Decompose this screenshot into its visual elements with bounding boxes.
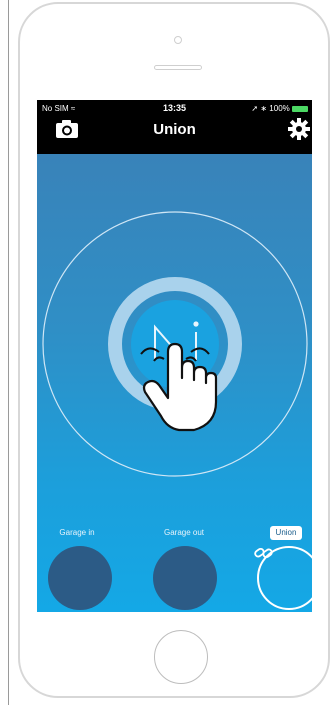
front-camera: [174, 36, 182, 44]
battery-icon: [292, 105, 308, 112]
bluetooth-icon: ∗: [260, 104, 268, 113]
home-button[interactable]: [154, 630, 208, 684]
preset-label-garage-in: Garage in: [59, 528, 95, 537]
left-border-line: [8, 0, 9, 705]
preset-button-garage-in[interactable]: [48, 546, 112, 610]
app-screen: No SIM ≈ 13:35 ➚ ∗ 100% Union Garage in …: [37, 100, 312, 612]
page-title: Union: [153, 121, 196, 138]
status-right: ➚ ∗ 100%: [251, 104, 308, 113]
top-bar: No SIM ≈ 13:35 ➚ ∗ 100% Union: [37, 100, 312, 154]
battery-text: 100%: [269, 104, 290, 113]
preset-label-union: Union: [270, 526, 302, 540]
earpiece-speaker: [154, 65, 202, 70]
preset-label-garage-out: Garage out: [163, 528, 205, 537]
gear-icon[interactable]: [287, 117, 311, 141]
location-icon: ➚: [251, 104, 259, 113]
link-icon: [254, 547, 273, 559]
preset-button-garage-out[interactable]: [153, 546, 217, 610]
remote-dial: [42, 211, 308, 477]
